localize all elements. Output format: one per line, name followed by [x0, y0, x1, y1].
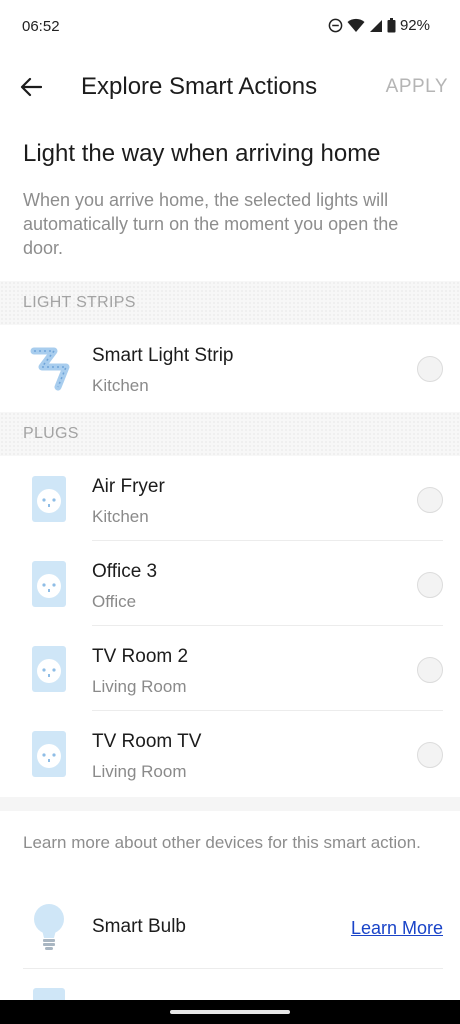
arrow-back-icon	[20, 77, 42, 97]
battery-percent: 92%	[399, 17, 430, 34]
device-name: Office 3	[92, 561, 158, 582]
device-name: Air Fryer	[92, 476, 165, 497]
battery-icon	[387, 18, 396, 33]
device-room: Kitchen	[92, 376, 149, 395]
page-title: Explore Smart Actions	[81, 73, 318, 100]
device-row-office-3[interactable]: Office 3 Office	[0, 541, 460, 626]
section-title: LIGHT STRIPS	[23, 294, 136, 311]
learn-more-row-smart-bulb: Smart Bulb Learn More	[0, 888, 460, 968]
light-strip-icon	[30, 347, 70, 391]
system-nav-bar	[0, 1000, 460, 1024]
device-row-tv-room-2[interactable]: TV Room 2 Living Room	[0, 626, 460, 711]
light-bulb-icon	[34, 904, 64, 950]
device-name: Smart Bulb	[92, 916, 186, 937]
select-radio[interactable]	[417, 487, 443, 513]
status-icons: 92%	[328, 17, 430, 34]
smart-plug-icon	[32, 731, 66, 777]
device-row-tv-room-tv[interactable]: TV Room TV Living Room	[0, 711, 460, 796]
learn-more-intro: Learn more about other devices for this …	[23, 833, 421, 852]
section-header-light-strips: LIGHT STRIPS	[0, 281, 460, 325]
smart-plug-icon	[32, 476, 66, 522]
select-radio[interactable]	[417, 572, 443, 598]
wifi-icon	[347, 18, 365, 33]
device-room: Kitchen	[92, 507, 149, 526]
select-radio[interactable]	[417, 742, 443, 768]
back-button[interactable]	[14, 70, 48, 104]
status-time: 06:52	[22, 18, 60, 35]
device-name: TV Room 2	[92, 646, 189, 667]
device-room: Living Room	[92, 762, 187, 781]
device-room: Living Room	[92, 677, 187, 696]
action-description: When you arrive home, the selected light…	[23, 190, 399, 258]
signal-icon	[369, 19, 383, 33]
device-row-air-fryer[interactable]: Air Fryer Kitchen	[0, 456, 460, 541]
app-bar: Explore Smart Actions APPLY	[0, 56, 460, 120]
action-headline: Light the way when arriving home	[23, 140, 381, 167]
select-radio[interactable]	[417, 356, 443, 382]
device-name: TV Room TV	[92, 731, 202, 752]
device-room: Office	[92, 592, 137, 611]
apply-button[interactable]: APPLY	[386, 76, 448, 98]
section-title: PLUGS	[23, 425, 79, 442]
select-radio[interactable]	[417, 657, 443, 683]
device-row-smart-light-strip[interactable]: Smart Light Strip Kitchen	[0, 325, 460, 410]
device-name: Smart Light Strip	[92, 345, 234, 366]
section-separator	[0, 797, 460, 811]
section-header-plugs: PLUGS	[0, 412, 460, 456]
smart-plug-icon	[32, 561, 66, 607]
smart-plug-icon	[32, 646, 66, 692]
home-gesture-handle[interactable]	[170, 1010, 290, 1014]
row-divider	[23, 968, 443, 969]
smart-plug-icon	[33, 988, 65, 1000]
learn-more-link[interactable]: Learn More	[351, 918, 443, 939]
do-not-disturb-icon	[328, 18, 343, 33]
status-bar: 06:52 92%	[0, 0, 460, 56]
